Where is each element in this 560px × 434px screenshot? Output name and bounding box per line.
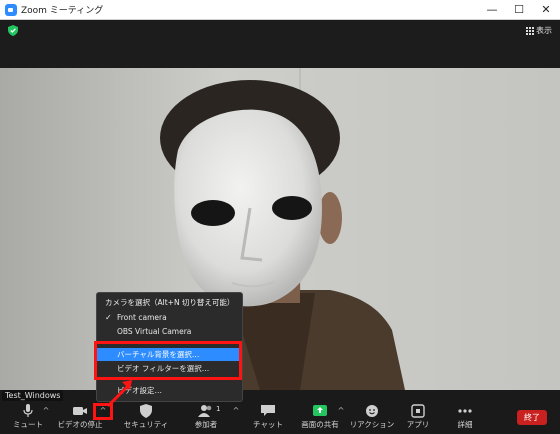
share-screen-label: 画面の共有 <box>301 420 339 429</box>
participants-icon <box>198 405 212 417</box>
chat-bubble-icon <box>261 405 275 416</box>
window-title-bar: Zoom ミーティング — ☐ ✕ <box>0 0 560 20</box>
share-screen-icon <box>313 405 327 416</box>
participants-label: 参加者 <box>194 420 218 429</box>
camera-menu-header: カメラを選択（Alt+N 切り替え可能） <box>105 298 235 307</box>
more-button[interactable]: 詳細 <box>437 404 493 434</box>
chat-label: チャット <box>253 420 283 429</box>
maximize-button[interactable]: ☐ <box>505 0 533 20</box>
apps-label: アプリ <box>406 420 430 429</box>
meeting-top-bar <box>0 21 560 68</box>
video-camera-icon <box>73 407 87 415</box>
smiley-icon <box>366 405 378 417</box>
menu-item-front-camera[interactable]: Front camera <box>97 311 242 324</box>
stop-video-label: ビデオの停止 <box>57 420 103 429</box>
participants-count: 1 <box>216 405 221 413</box>
audio-options-caret-icon[interactable]: ^ <box>42 406 50 415</box>
mute-label: ミュート <box>13 420 43 429</box>
participant-name-label: Test_Windows <box>2 390 64 401</box>
more-label: 詳細 <box>457 420 473 429</box>
window-title: Zoom ミーティング <box>21 6 104 16</box>
microphone-icon <box>23 404 33 417</box>
annotation-arrow-icon <box>106 380 132 408</box>
grid-icon <box>526 26 534 35</box>
close-button[interactable]: ✕ <box>532 0 560 20</box>
view-label: 表示 <box>536 26 552 35</box>
apps-icon <box>411 404 425 418</box>
end-meeting-button[interactable]: 終了 <box>517 410 547 425</box>
meeting-toolbar: ミュート ^ ビデオの停止 ^ セキュリティ 参加者 1 ^ チャット 画面の共… <box>0 402 560 434</box>
zoom-app-icon <box>5 4 17 16</box>
highlight-box-menu-items <box>94 341 242 380</box>
minimize-button[interactable]: — <box>478 0 506 20</box>
reactions-label: リアクション <box>349 420 395 429</box>
shield-icon <box>140 404 152 418</box>
green-shield-icon[interactable] <box>8 25 18 36</box>
participants-options-caret-icon[interactable]: ^ <box>232 406 240 415</box>
more-dots-icon <box>458 409 472 413</box>
participants-button[interactable]: 参加者 <box>178 404 234 434</box>
video-feed <box>0 68 560 390</box>
participant-video-image <box>0 68 560 390</box>
security-label: セキュリティ <box>123 420 169 429</box>
security-button[interactable]: セキュリティ <box>118 404 174 434</box>
view-button[interactable]: 表示 <box>526 25 552 36</box>
chat-button[interactable]: チャット <box>240 404 296 434</box>
menu-item-obs-virtual-camera[interactable]: OBS Virtual Camera <box>97 325 242 338</box>
